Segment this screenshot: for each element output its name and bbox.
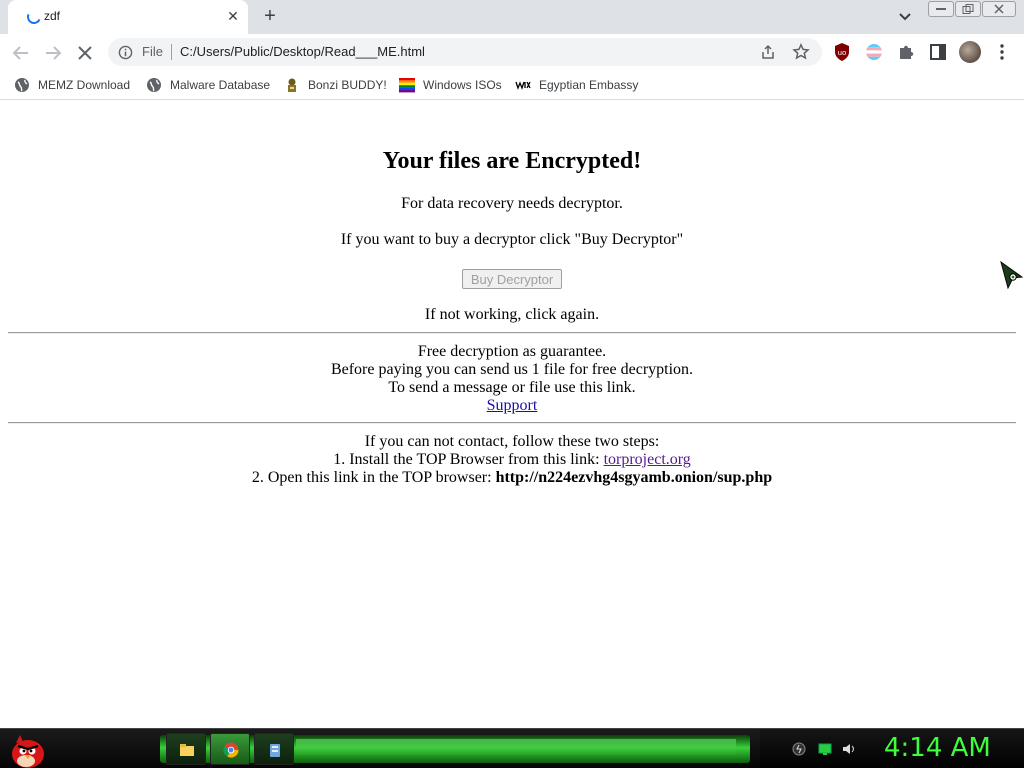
send-message-text: To send a message or file use this link. xyxy=(388,379,636,396)
bookmark-windows-isos[interactable]: Windows ISOs xyxy=(399,76,502,94)
taskbar-file-explorer[interactable] xyxy=(166,733,206,765)
url-text[interactable]: C:/Users/Public/Desktop/Read___ME.html xyxy=(180,44,425,59)
page-title: Your files are Encrypted! xyxy=(382,148,642,174)
forward-arrow-icon[interactable] xyxy=(42,42,64,64)
minimize-button[interactable] xyxy=(928,1,954,17)
tray-app-icon[interactable] xyxy=(792,742,806,756)
address-divider xyxy=(171,44,172,60)
bookmark-label: Windows ISOs xyxy=(423,78,502,92)
taskbar: 4:14 AM xyxy=(0,728,1024,768)
tab-strip: zdf ✕ + xyxy=(0,0,1024,34)
taskbar-app[interactable] xyxy=(254,733,294,765)
bookmark-label: MEMZ Download xyxy=(38,78,131,92)
free-file-text: Before paying you can send us 1 file for… xyxy=(330,361,694,378)
star-icon[interactable] xyxy=(792,43,810,61)
profile-avatar[interactable] xyxy=(959,41,981,63)
bookmark-bonzi-buddy[interactable]: Bonzi BUDDY! xyxy=(284,76,387,94)
steps-intro-text: If you can not contact, follow these two… xyxy=(364,433,660,450)
taskbar-highlight xyxy=(296,739,736,755)
new-tab-button[interactable]: + xyxy=(260,5,280,27)
mouse-cursor-icon xyxy=(1000,261,1024,290)
browser-tab[interactable]: zdf ✕ xyxy=(8,0,248,34)
rainbow-flag-icon xyxy=(399,78,415,93)
stop-loading-icon[interactable] xyxy=(74,42,96,64)
taskbar-chrome[interactable] xyxy=(210,733,250,765)
step-2-text: 2. Open this link in the TOP browser: xyxy=(251,469,492,486)
globe-icon xyxy=(147,78,161,92)
support-link[interactable]: Support xyxy=(487,397,538,414)
bonzi-icon xyxy=(288,78,296,92)
torproject-link[interactable]: torproject.org xyxy=(604,451,691,468)
step-1-text: 1. Install the TOP Browser from this lin… xyxy=(333,451,600,468)
globe-icon xyxy=(15,78,29,92)
trans-flag-extension-icon[interactable] xyxy=(864,42,884,62)
buy-instructions-text: If you want to buy a decryptor click "Bu… xyxy=(340,231,684,248)
bookmarks-bar: MEMZ Download Malware Database Bonzi BUD… xyxy=(0,70,1024,100)
page-content: Your files are Encrypted! For data recov… xyxy=(0,101,1024,728)
browser-toolbar: File C:/Users/Public/Desktop/Read___ME.h… xyxy=(0,34,1024,70)
wix-icon xyxy=(515,81,531,90)
back-arrow-icon[interactable] xyxy=(10,42,32,64)
extensions-puzzle-icon[interactable] xyxy=(896,42,916,62)
restore-button[interactable] xyxy=(955,1,981,17)
start-button-angry-bird-icon[interactable] xyxy=(6,731,48,768)
info-icon[interactable] xyxy=(118,45,133,60)
volume-icon[interactable] xyxy=(842,742,856,756)
file-explorer-icon xyxy=(180,744,194,756)
chevron-down-icon[interactable] xyxy=(896,8,914,26)
free-decryption-block: Free decryption as guarantee. Before pay… xyxy=(0,343,1024,415)
chrome-icon xyxy=(223,742,239,758)
bookmark-malware-database[interactable]: Malware Database xyxy=(146,76,270,94)
bookmark-memz-download[interactable]: MEMZ Download xyxy=(14,76,130,94)
share-icon[interactable] xyxy=(760,44,776,60)
side-panel-icon[interactable] xyxy=(928,42,948,62)
app-icon xyxy=(270,744,280,757)
bookmark-label: Egyptian Embassy xyxy=(539,78,639,92)
bookmark-label: Malware Database xyxy=(170,78,271,92)
tab-close-icon[interactable]: ✕ xyxy=(224,7,242,25)
svg-text:uo: uo xyxy=(838,49,847,57)
bookmark-label: Bonzi BUDDY! xyxy=(308,78,387,92)
ublock-origin-icon[interactable]: uo xyxy=(832,42,852,62)
scheme-label: File xyxy=(142,44,163,59)
recovery-text: For data recovery needs decryptor. xyxy=(401,195,623,212)
tab-title: zdf xyxy=(44,9,61,23)
network-icon[interactable] xyxy=(818,742,832,756)
address-bar[interactable]: File C:/Users/Public/Desktop/Read___ME.h… xyxy=(108,38,822,66)
buy-decryptor-button[interactable]: Buy Decryptor xyxy=(462,269,562,289)
more-menu-icon[interactable] xyxy=(992,42,1012,62)
guarantee-text: Free decryption as guarantee. xyxy=(417,343,607,360)
close-window-button[interactable] xyxy=(982,1,1016,17)
bookmark-egyptian-embassy[interactable]: Egyptian Embassy xyxy=(515,76,638,94)
step-1: 1. Install the TOP Browser from this lin… xyxy=(0,451,1024,469)
onion-url: http://n224ezvhg4sgyamb.onion/sup.php xyxy=(495,469,773,486)
loading-spinner-icon xyxy=(25,8,43,26)
contact-steps-block: If you can not contact, follow these two… xyxy=(0,433,1024,487)
taskbar-clock[interactable]: 4:14 AM xyxy=(884,733,991,763)
step-2: 2. Open this link in the TOP browser: ht… xyxy=(0,469,1024,487)
divider xyxy=(8,332,1016,334)
divider xyxy=(8,422,1016,424)
retry-text: If not working, click again. xyxy=(424,306,600,323)
